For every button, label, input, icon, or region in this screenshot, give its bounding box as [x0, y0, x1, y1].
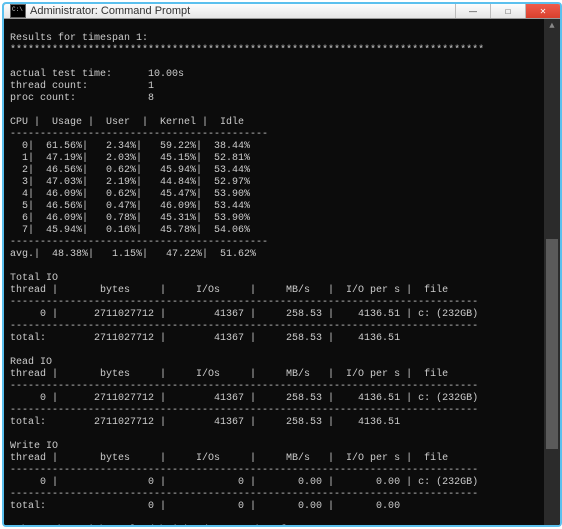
close-button[interactable]: ✕ [525, 4, 560, 18]
scroll-thumb[interactable] [546, 239, 558, 449]
console-output[interactable]: Results for timespan 1: ****************… [4, 19, 560, 527]
app-window: Administrator: Command Prompt — □ ✕ Resu… [2, 2, 562, 527]
minimize-button[interactable]: — [455, 4, 490, 18]
scroll-up-icon[interactable]: ▲ [544, 19, 560, 33]
console-body: Results for timespan 1: ****************… [4, 19, 560, 527]
maximize-button[interactable]: □ [490, 4, 525, 18]
scrollbar[interactable]: ▲ ▼ [544, 19, 560, 527]
window-title: Administrator: Command Prompt [30, 5, 455, 17]
titlebar[interactable]: Administrator: Command Prompt — □ ✕ [4, 4, 560, 19]
window-controls: — □ ✕ [455, 4, 560, 18]
cmd-icon [10, 4, 26, 18]
